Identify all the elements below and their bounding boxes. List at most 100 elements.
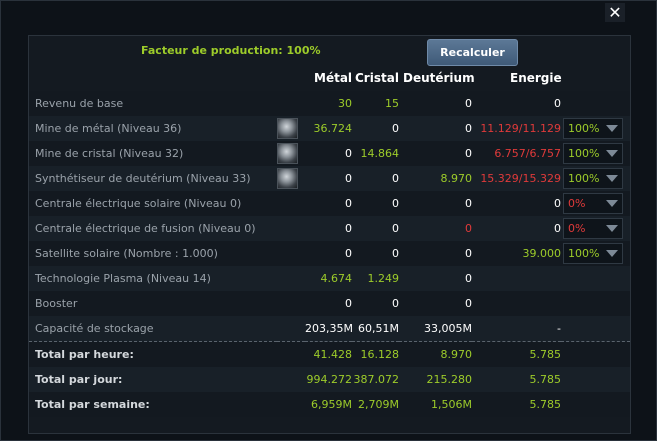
row-label: Capacité de stockage <box>29 316 277 342</box>
energie-value: 5.785 <box>472 392 561 417</box>
production-panel: Facteur de production: 100% Recalculer M… <box>28 35 631 434</box>
table-row: Revenu de base 30 15 0 0 <box>29 91 630 116</box>
production-percent-select[interactable]: 0% <box>563 193 623 214</box>
select-value: 0% <box>568 222 586 235</box>
select-value: 100% <box>568 172 600 185</box>
table-row: Total par semaine: 6,959M 2,709M 1,506M … <box>29 392 630 417</box>
cristal-value: 0 <box>352 191 399 216</box>
energie-value: - <box>472 316 561 342</box>
mine-worker-icon <box>277 143 298 164</box>
metal-value: 41.428 <box>305 341 352 367</box>
row-label: Centrale électrique solaire (Niveau 0) <box>29 191 277 216</box>
energie-value: 0 <box>472 191 561 216</box>
energie-value <box>472 291 561 316</box>
cristal-value: 15 <box>352 91 399 116</box>
table-row: Total par jour: 994.272 387.072 215.280 … <box>29 367 630 392</box>
metal-value: 6,959M <box>305 392 352 417</box>
production-percent-select[interactable]: 100% <box>563 143 623 164</box>
deut-value: 0 <box>399 216 472 241</box>
chevron-down-icon <box>606 250 618 257</box>
deut-value: 0 <box>399 191 472 216</box>
metal-value: 36.724 <box>305 116 352 141</box>
table-row: Mine de métal (Niveau 36) 36.724 0 0 11.… <box>29 116 630 141</box>
deut-value: 8.970 <box>399 166 472 191</box>
mine-worker-icon <box>277 168 298 189</box>
cristal-value: 1.249 <box>352 266 399 291</box>
energie-value: 5.785 <box>472 341 561 367</box>
energie-value <box>472 266 561 291</box>
row-label: Mine de métal (Niveau 36) <box>29 116 277 141</box>
header-deuterium: Deutérium <box>403 71 475 85</box>
table-row: Technologie Plasma (Niveau 14) 4.674 1.2… <box>29 266 630 291</box>
metal-value: 0 <box>305 291 352 316</box>
table-row: Centrale électrique de fusion (Niveau 0)… <box>29 216 630 241</box>
cristal-value: 0 <box>352 166 399 191</box>
cristal-value: 387.072 <box>352 367 399 392</box>
header-energie: Energie <box>510 71 562 85</box>
table-row: Satellite solaire (Nombre : 1.000) 0 0 0… <box>29 241 630 266</box>
row-label: Technologie Plasma (Niveau 14) <box>29 266 277 291</box>
select-value: 100% <box>568 247 600 260</box>
metal-value: 0 <box>305 191 352 216</box>
production-percent-select[interactable]: 100% <box>563 168 623 189</box>
cristal-value: 0 <box>352 291 399 316</box>
row-label: Mine de cristal (Niveau 32) <box>29 141 277 166</box>
table-row: Capacité de stockage 203,35M 60,51M 33,0… <box>29 316 630 342</box>
energie-value: 5.785 <box>472 367 561 392</box>
deut-value: 0 <box>399 241 472 266</box>
production-table: Revenu de base 30 15 0 0 Mine de métal (… <box>29 91 630 417</box>
deut-value: 1,506M <box>399 392 472 417</box>
table-row: Centrale électrique solaire (Niveau 0) 0… <box>29 191 630 216</box>
metal-value: 994.272 <box>305 367 352 392</box>
cristal-value: 0 <box>352 216 399 241</box>
deut-value: 33,005M <box>399 316 472 342</box>
metal-value: 30 <box>305 91 352 116</box>
chevron-down-icon <box>606 175 618 182</box>
header-cristal: Cristal <box>355 71 399 85</box>
metal-value: 0 <box>305 241 352 266</box>
deut-value: 0 <box>399 141 472 166</box>
metal-value: 0 <box>305 141 352 166</box>
deut-value: 0 <box>399 91 472 116</box>
production-percent-select[interactable]: 0% <box>563 218 623 239</box>
row-label: Booster <box>29 291 277 316</box>
production-factor: Facteur de production: 100% <box>141 44 321 57</box>
cristal-value: 16.128 <box>352 341 399 367</box>
metal-value: 203,35M <box>305 316 353 342</box>
metal-value: 4.674 <box>305 266 352 291</box>
header-metal: Métal <box>314 71 353 85</box>
row-label: Satellite solaire (Nombre : 1.000) <box>29 241 277 266</box>
table-row: Synthétiseur de deutérium (Niveau 33) 0 … <box>29 166 630 191</box>
recalculate-button[interactable]: Recalculer <box>427 39 518 66</box>
chevron-down-icon <box>606 225 618 232</box>
chevron-down-icon <box>606 200 618 207</box>
mine-worker-icon <box>277 118 298 139</box>
production-percent-select[interactable]: 100% <box>563 118 623 139</box>
table-row: Mine de cristal (Niveau 32) 0 14.864 0 6… <box>29 141 630 166</box>
cristal-value: 0 <box>352 116 399 141</box>
metal-value: 0 <box>305 166 352 191</box>
cristal-value: 14.864 <box>352 141 399 166</box>
deut-value: 0 <box>399 291 472 316</box>
row-label: Revenu de base <box>29 91 277 116</box>
cristal-value: 0 <box>352 241 399 266</box>
close-icon[interactable]: ✕ <box>605 3 625 22</box>
row-label: Total par semaine: <box>29 392 277 417</box>
energie-value: 39.000 <box>472 241 561 266</box>
production-percent-select[interactable]: 100% <box>563 243 623 264</box>
production-window: ✕ Facteur de production: 100% Recalculer… <box>0 0 657 441</box>
chevron-down-icon <box>606 125 618 132</box>
energie-value: 0 <box>472 216 561 241</box>
table-row: Total par heure: 41.428 16.128 8.970 5.7… <box>29 341 630 367</box>
deut-value: 0 <box>399 116 472 141</box>
cristal-value: 60,51M <box>352 316 399 342</box>
deut-value: 0 <box>399 266 472 291</box>
table-row: Booster 0 0 0 <box>29 291 630 316</box>
deut-value: 215.280 <box>399 367 472 392</box>
energie-value: 15.329/15.329 <box>472 166 561 191</box>
row-label: Centrale électrique de fusion (Niveau 0) <box>29 216 277 241</box>
row-label: Total par jour: <box>29 367 277 392</box>
row-label: Synthétiseur de deutérium (Niveau 33) <box>29 166 277 191</box>
select-value: 100% <box>568 122 600 135</box>
deut-value: 8.970 <box>399 341 472 367</box>
